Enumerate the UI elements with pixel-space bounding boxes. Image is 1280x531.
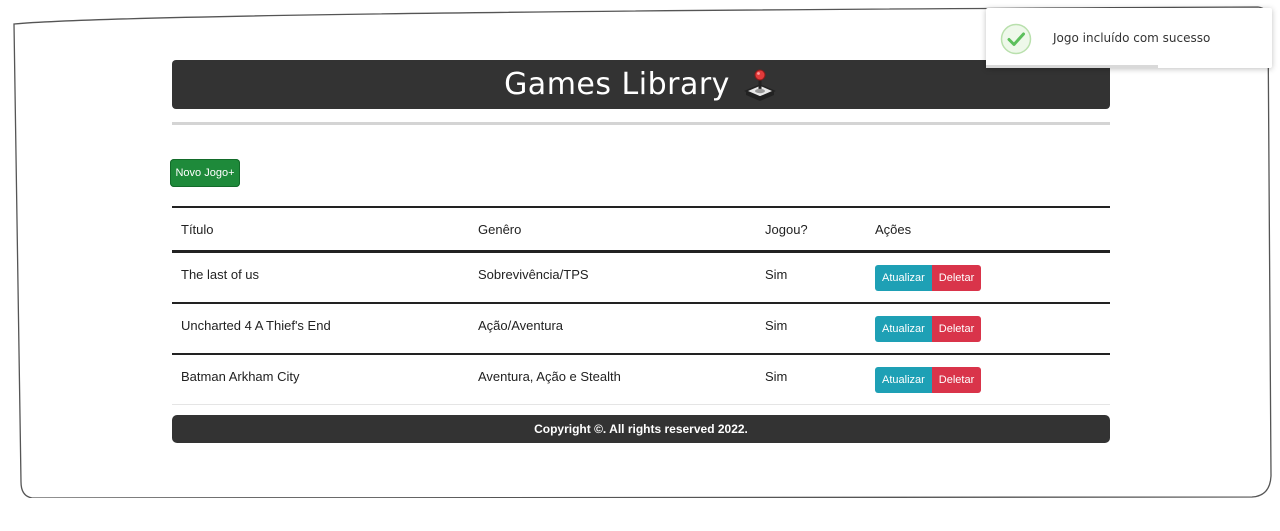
game-title: Uncharted 4 A Thief's End [181, 318, 331, 333]
delete-button[interactable]: Deletar [931, 316, 982, 342]
new-game-button[interactable]: Novo Jogo+ [170, 159, 240, 187]
game-played: Sim [765, 369, 788, 384]
games-table: Título Genêro Jogou? Ações The last of u… [172, 206, 1110, 405]
check-circle-icon [1000, 23, 1032, 55]
game-title: The last of us [181, 267, 260, 282]
column-header-actions: Ações [875, 221, 912, 237]
update-button[interactable]: Atualizar [875, 265, 932, 291]
update-button[interactable]: Atualizar [875, 316, 932, 342]
table-header-row: Título Genêro Jogou? Ações [172, 206, 1110, 253]
game-title: Batman Arkham City [181, 369, 300, 384]
table-row: Batman Arkham City Aventura, Ação e Stea… [172, 355, 1110, 405]
column-header-played: Jogou? [765, 221, 808, 237]
table-row: The last of us Sobrevivência/TPS Sim Atu… [172, 253, 1110, 304]
toast-message: Jogo incluído com sucesso [1053, 31, 1211, 45]
success-toast[interactable]: Jogo incluído com sucesso [986, 8, 1272, 68]
delete-button[interactable]: Deletar [931, 367, 982, 393]
delete-button[interactable]: Deletar [931, 265, 982, 291]
header-divider [172, 122, 1110, 125]
column-header-title: Título [181, 221, 214, 237]
joystick-icon [744, 69, 776, 101]
row-actions: Atualizar Deletar [875, 304, 982, 353]
footer: Copyright ©. All rights reserved 2022. [172, 415, 1110, 443]
game-played: Sim [765, 318, 788, 333]
page-title: Games Library [504, 67, 730, 102]
update-button[interactable]: Atualizar [875, 367, 932, 393]
game-genre: Ação/Aventura [478, 318, 564, 333]
row-actions: Atualizar Deletar [875, 355, 982, 404]
toast-progress-bar [986, 65, 1158, 68]
game-genre: Aventura, Ação e Stealth [478, 369, 621, 384]
row-actions: Atualizar Deletar [875, 253, 982, 302]
game-genre: Sobrevivência/TPS [478, 267, 589, 282]
app-header: Games Library [172, 60, 1110, 109]
copyright-text: Copyright ©. All rights reserved 2022. [534, 422, 748, 436]
game-played: Sim [765, 267, 788, 282]
table-row: Uncharted 4 A Thief's End Ação/Aventura … [172, 304, 1110, 355]
column-header-genre: Genêro [478, 221, 522, 237]
